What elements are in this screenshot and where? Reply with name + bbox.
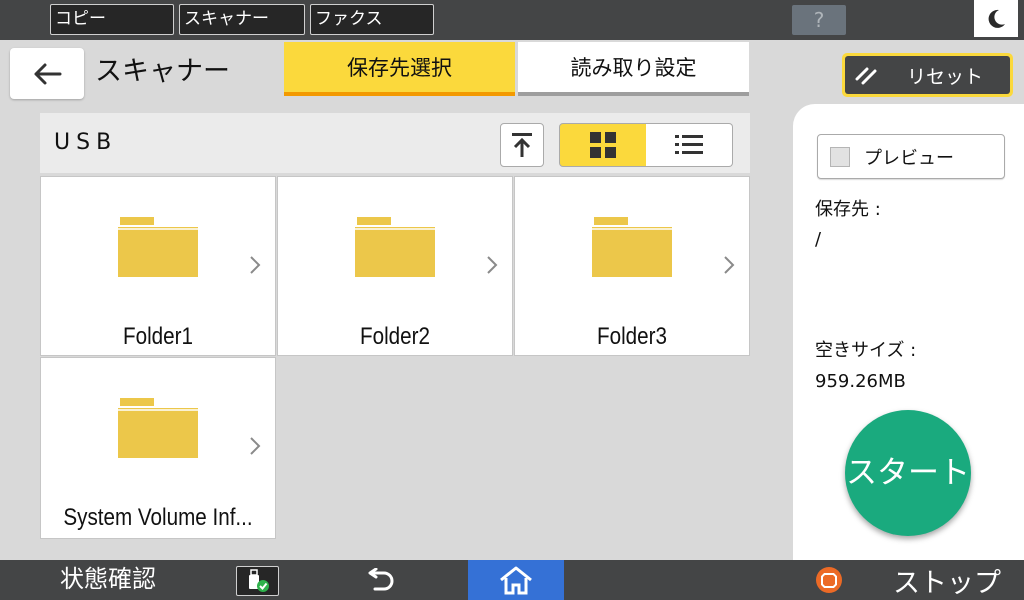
chevron-right-icon xyxy=(250,256,261,274)
usb-check-icon xyxy=(248,569,269,592)
folder-tile[interactable]: Folder2 xyxy=(277,176,513,356)
reset-label: リセット xyxy=(907,65,984,88)
app-tab-copy[interactable]: コピー xyxy=(50,4,174,35)
tab-destination-select[interactable]: 保存先選択 xyxy=(284,42,515,96)
upload-arrow-icon xyxy=(512,133,532,157)
top-bar: コピー スキャナー ファクス ? xyxy=(0,0,1024,40)
stop-button[interactable]: ストップ xyxy=(793,560,1024,600)
undo-arrow-icon xyxy=(368,568,394,591)
preview-checkbox[interactable]: プレビュー xyxy=(817,134,1005,179)
current-path: USB xyxy=(54,130,118,155)
folder-tile[interactable]: Folder3 xyxy=(514,176,750,356)
list-icon xyxy=(675,135,703,154)
start-button[interactable]: スタート xyxy=(845,410,971,536)
folder-tile[interactable]: System Volume Inf... xyxy=(40,357,276,539)
grid-icon xyxy=(590,132,616,158)
folder-name: Folder3 xyxy=(597,323,667,350)
folder-name: Folder1 xyxy=(123,323,193,350)
question-mark-icon: ? xyxy=(813,8,825,32)
chevron-right-icon xyxy=(724,256,735,274)
stop-icon xyxy=(816,567,842,593)
crescent-moon-icon xyxy=(988,9,1005,28)
folder-name: Folder2 xyxy=(360,323,430,350)
back-button[interactable] xyxy=(10,48,84,99)
double-slash-icon xyxy=(855,67,877,85)
energy-saver-button[interactable] xyxy=(974,0,1018,37)
parent-folder-button[interactable] xyxy=(500,123,544,167)
tab-scan-settings[interactable]: 読み取り設定 xyxy=(518,42,749,96)
folder-icon xyxy=(592,217,672,277)
side-panel: プレビュー 保存先 : / 空きサイズ : 959.26MB スタート xyxy=(793,104,1024,560)
home-icon xyxy=(500,566,532,595)
destination-value: / xyxy=(815,229,822,250)
chevron-right-icon xyxy=(487,256,498,274)
chevron-right-icon xyxy=(250,437,261,455)
folder-icon xyxy=(355,217,435,277)
folder-tile[interactable]: Folder1 xyxy=(40,176,276,356)
free-space-label: 空きサイズ : xyxy=(815,340,917,361)
bottom-bar: 状態確認 ストップ xyxy=(0,560,1024,600)
help-button[interactable]: ? xyxy=(792,5,846,35)
free-space-value: 959.26MB xyxy=(815,371,906,392)
preview-label: プレビュー xyxy=(864,147,954,169)
folder-icon xyxy=(118,217,198,277)
usb-status-indicator[interactable] xyxy=(236,566,279,596)
reset-button[interactable]: リセット xyxy=(842,53,1013,97)
app-tab-scanner[interactable]: スキャナー xyxy=(179,4,305,35)
list-view-button[interactable] xyxy=(646,123,733,167)
folder-name: System Volume Inf... xyxy=(63,504,253,531)
folder-icon xyxy=(118,398,198,458)
arrow-left-icon xyxy=(34,63,62,84)
checkbox-box xyxy=(830,146,850,167)
home-button[interactable] xyxy=(468,560,564,600)
stop-label: ストップ xyxy=(893,567,1001,599)
undo-button[interactable] xyxy=(355,564,405,596)
grid-view-button[interactable] xyxy=(559,123,647,167)
status-check-button[interactable]: 状態確認 xyxy=(60,562,156,596)
page-title: スキャナー xyxy=(95,56,230,87)
app-tab-fax[interactable]: ファクス xyxy=(310,4,434,35)
file-browser-header: USB xyxy=(40,113,750,173)
destination-label: 保存先 : xyxy=(815,199,881,220)
